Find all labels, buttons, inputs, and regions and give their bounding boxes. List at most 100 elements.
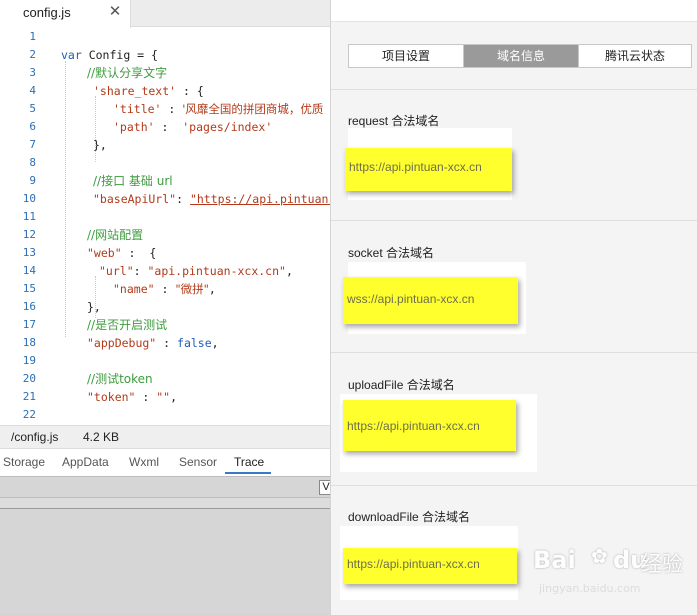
section-title: request 合法域名 <box>348 114 440 128</box>
code-line: //默认分享文字 <box>87 64 167 82</box>
code-comment: //是否开启测试 <box>87 318 168 332</box>
code-token: , <box>285 264 293 278</box>
line-number: 13 <box>22 246 36 259</box>
domain-section-request: request 合法域名 https://api.pintuan-xcx.cn <box>331 90 697 220</box>
code-token: : { <box>121 246 157 260</box>
status-file-path: /config.js <box>11 430 59 444</box>
code-line: 'path' : 'pages/index' <box>113 118 272 136</box>
close-icon[interactable]: ✕ <box>106 2 124 22</box>
code-token: , <box>211 336 219 350</box>
domain-highlight: wss://api.pintuan-xcx.cn <box>343 277 518 324</box>
tab-domain-info[interactable]: 域名信息 <box>463 45 578 67</box>
line-number: 12 <box>22 228 36 241</box>
code-token: , <box>170 390 178 404</box>
code-comment: //接口 基础 url <box>93 174 173 188</box>
baidu-jingyan-watermark: Bai ✿ du 经验 jingyan.baidu.com <box>533 540 693 610</box>
code-line: "baseApiUrl": "https://api.pintuan-x <box>93 190 330 208</box>
code-editor: config.js ✕ 1 2 3 4 5 6 7 8 9 10 11 12 1… <box>0 0 330 615</box>
domain-value[interactable]: wss://api.pintuan-xcx.cn <box>347 292 474 306</box>
devtools-toolbar-button[interactable]: V <box>319 480 330 495</box>
section-title: socket 合法域名 <box>348 246 435 260</box>
file-tab-label: config.js <box>23 5 71 20</box>
code-line: var Config = { <box>61 46 158 64</box>
domain-highlight: https://api.pintuan-xcx.cn <box>343 400 516 451</box>
line-number: 16 <box>22 300 36 313</box>
line-number: 7 <box>29 138 36 151</box>
domain-value[interactable]: https://api.pintuan-xcx.cn <box>347 419 480 433</box>
file-tab-config-js[interactable]: config.js ✕ <box>0 0 131 28</box>
devtools-tab-storage[interactable]: Storage <box>3 455 45 469</box>
tab-tencent-cloud-status[interactable]: 腾讯云状态 <box>578 45 691 67</box>
code-line: "token" : "", <box>87 388 177 406</box>
code-token: 'path' <box>113 120 155 134</box>
code-token: 'pages/index' <box>182 120 273 134</box>
code-token: "appDebug" <box>87 336 157 350</box>
line-number: 8 <box>29 156 36 169</box>
line-number: 17 <box>22 318 36 331</box>
domain-value[interactable]: https://api.pintuan-xcx.cn <box>349 160 482 174</box>
watermark-cn: 经验 <box>641 552 683 576</box>
code-comment: //测试token <box>87 372 153 386</box>
code-line: //测试token <box>87 370 153 388</box>
code-token: 'title' <box>113 102 162 116</box>
code-line: }, <box>93 136 107 154</box>
code-token: : <box>154 120 183 134</box>
code-line: }, <box>87 298 101 316</box>
watermark-brand: Bai <box>533 546 576 574</box>
line-number: 22 <box>22 408 36 421</box>
code-line: "appDebug" : false, <box>87 334 219 352</box>
code-token: : <box>161 102 183 116</box>
code-line: 'title' : '风靡全国的拼团商城，优质 <box>113 100 323 118</box>
line-number: 14 <box>22 264 36 277</box>
line-number: 1 <box>29 30 36 43</box>
line-number: 18 <box>22 336 36 349</box>
code-area[interactable]: 1 2 3 4 5 6 7 8 9 10 11 12 13 14 15 16 1… <box>0 28 330 424</box>
panel-header <box>331 0 697 22</box>
line-number: 19 <box>22 354 36 367</box>
domain-highlight: https://api.pintuan-xcx.cn <box>343 548 517 584</box>
code-line: //网站配置 <box>87 226 143 244</box>
editor-tab-bar: config.js ✕ <box>0 0 330 28</box>
code-token: : { <box>176 84 204 98</box>
code-token: : <box>135 390 157 404</box>
line-number: 10 <box>22 192 36 205</box>
code-line: //是否开启测试 <box>87 316 167 334</box>
code-token: Config = { <box>81 48 158 62</box>
devtools-tab-trace[interactable]: Trace <box>234 455 264 469</box>
domain-highlight: https://api.pintuan-xcx.cn <box>345 148 512 191</box>
code-token: "" <box>156 390 171 404</box>
line-number: 3 <box>29 66 36 79</box>
line-number: 15 <box>22 282 36 295</box>
code-token: false <box>177 336 212 350</box>
domain-section-uploadfile: uploadFile 合法域名 https://api.pintuan-xcx.… <box>331 353 697 485</box>
tab-project-settings[interactable]: 项目设置 <box>349 45 463 67</box>
code-token: }, <box>87 300 101 314</box>
code-line: 'share_text' : { <box>93 82 204 100</box>
line-number: 11 <box>22 210 36 223</box>
devtools-content <box>0 508 330 615</box>
line-number: 4 <box>29 84 36 97</box>
devtools-toolbar: V <box>0 476 330 498</box>
code-token: "name" <box>113 282 155 296</box>
code-token: , <box>208 282 216 296</box>
devtools-tab-wxml[interactable]: Wxml <box>129 455 159 469</box>
domain-value[interactable]: https://api.pintuan-xcx.cn <box>347 557 480 571</box>
domain-section-socket: socket 合法域名 wss://api.pintuan-xcx.cn <box>331 221 697 351</box>
devtools-tab-appdata[interactable]: AppData <box>62 455 109 469</box>
code-token: "token" <box>87 390 136 404</box>
code-token: : <box>154 282 176 296</box>
editor-status-bar: /config.js 4.2 KB <box>0 425 330 449</box>
code-token: "api.pintuan-xcx.cn" <box>147 264 286 278</box>
code-comment: //默认分享文字 <box>87 66 168 80</box>
line-number: 5 <box>29 102 36 115</box>
devtools-tab-sensor[interactable]: Sensor <box>179 455 217 469</box>
status-file-size: 4.2 KB <box>83 430 120 444</box>
line-number: 2 <box>29 48 36 61</box>
code-url-link[interactable]: "https://api.pintuan-x <box>190 192 330 206</box>
code-token: "baseApiUrl" <box>93 192 177 206</box>
line-number: 20 <box>22 372 36 385</box>
code-line: "url": "api.pintuan-xcx.cn", <box>99 262 293 280</box>
devtools-panel: V <box>0 476 330 615</box>
line-number: 6 <box>29 120 36 133</box>
project-settings-panel: 项目设置 域名信息 腾讯云状态 request 合法域名 https://api… <box>330 0 697 615</box>
